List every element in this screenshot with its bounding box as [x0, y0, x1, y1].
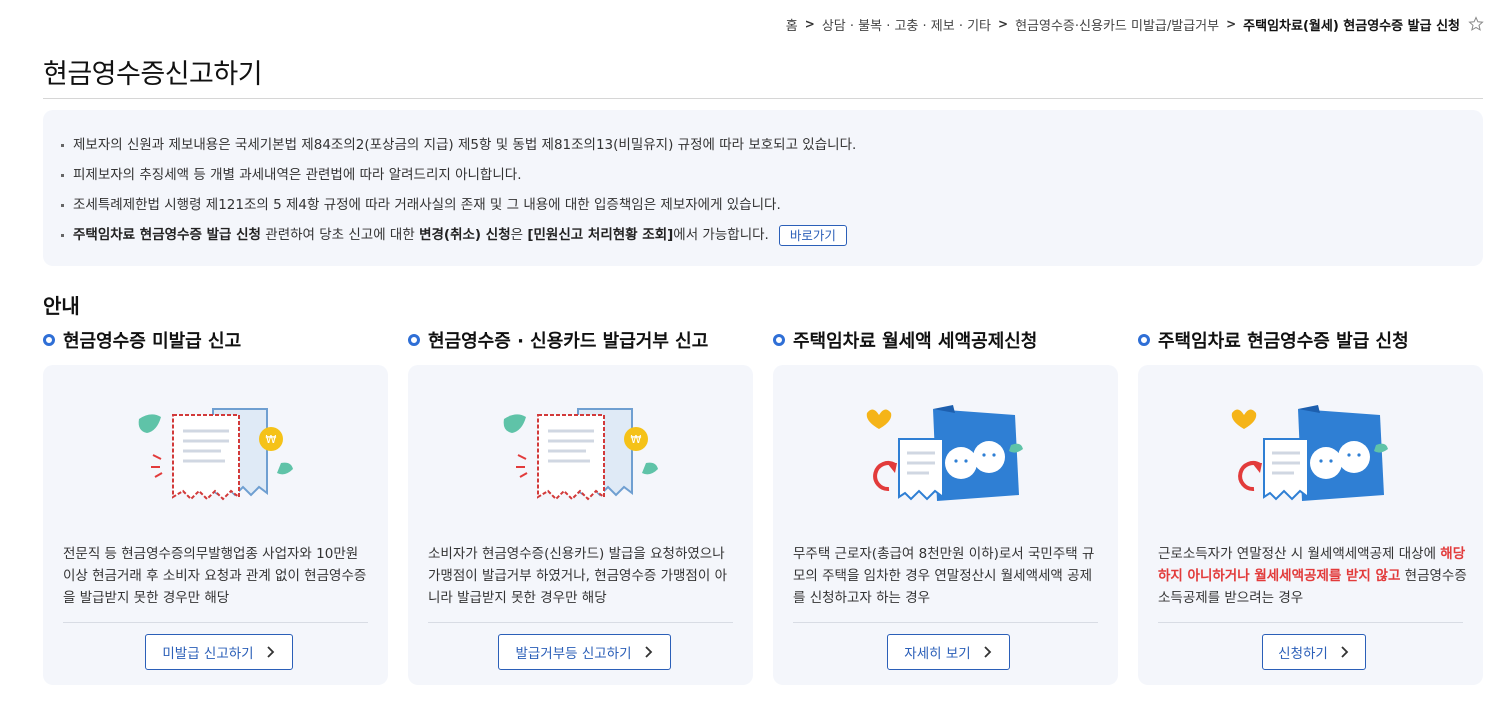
notice-text: 에서 가능합니다.: [673, 227, 769, 243]
breadcrumb-home[interactable]: 홈: [786, 15, 798, 34]
report-unissued-button[interactable]: 미발급 신고하기: [145, 634, 293, 670]
notice-text: 관련하여 당초 신고에 대한: [260, 227, 420, 243]
notice-item: 주택임차료 현금영수증 발급 신청 관련하여 당초 신고에 대한 변경(취소) …: [61, 220, 1455, 250]
svg-text:₩: ₩: [631, 433, 642, 446]
card-divider: [1158, 622, 1463, 623]
notice-bold: 주택임차료 현금영수증 발급 신청: [73, 227, 261, 243]
card-description: 무주택 근로자(총급여 8천만원 이하)로서 국민주택 규모의 주택을 임차한 …: [793, 546, 1095, 606]
breadcrumb-cash-receipt[interactable]: 현금영수증·신용카드 미발급/발급거부: [1015, 15, 1219, 34]
card-description: 전문직 등 현금영수증의무발행업종 사업자와 10만원 이상 현금거래 후 소비…: [63, 546, 367, 606]
notice-bold: [민원신고 처리현황 조회]: [527, 227, 674, 243]
card-divider: [793, 622, 1098, 623]
receipt-illustration-icon: ₩: [500, 405, 660, 505]
notice-item: 조세특례제한법 시행령 제121조의 5 제4항 규정에 따라 거래사실의 존재…: [61, 190, 1455, 220]
chevron-right-icon: [1340, 645, 1350, 659]
chevron-right-icon: [266, 645, 276, 659]
breadcrumb-consult[interactable]: 상담 · 불복 · 고충 · 제보 · 기타: [822, 15, 991, 34]
apply-button[interactable]: 신청하기: [1262, 634, 1366, 670]
guide-card: 무주택 근로자(총급여 8천만원 이하)로서 국민주택 규모의 주택을 임차한 …: [773, 365, 1118, 685]
bullet-ring-icon: [43, 334, 55, 346]
card-heading: 주택임차료 월세액 세액공제신청: [773, 326, 1118, 354]
breadcrumb: 홈 > 상담 · 불복 · 고충 · 제보 · 기타 > 현금영수증·신용카드 …: [786, 14, 1484, 34]
receipt-illustration-icon: ₩: [135, 405, 295, 505]
card-description: 근로소득자가 연말정산 시 월세액세액공제 대상에 해당하지 아니하거나 월세세…: [1158, 543, 1468, 609]
notice-item: 제보자의 신원과 제보내용은 국세기본법 제84조의2(포상금의 지급) 제5항…: [61, 130, 1455, 160]
notice-bold: 변경(취소) 신청: [419, 227, 511, 243]
guide-column-unissued: 현금영수증 미발급 신고 ₩ 전문직 등 현금영수증의무발행업종 사업자와 10…: [43, 326, 388, 685]
button-label: 신청하기: [1278, 646, 1328, 662]
card-divider: [428, 622, 733, 623]
svg-text:₩: ₩: [266, 433, 277, 446]
report-refusal-button[interactable]: 발급거부등 신고하기: [498, 634, 671, 670]
button-label: 자세히 보기: [904, 646, 971, 662]
card-heading-text: 주택임차료 월세액 세액공제신청: [793, 331, 1038, 352]
button-label: 발급거부등 신고하기: [515, 646, 632, 662]
notice-text: 은: [510, 227, 528, 243]
breadcrumb-current: 주택임차료(월세) 현금영수증 발급 신청: [1243, 18, 1460, 34]
chevron-right-icon: [983, 645, 993, 659]
guide-column-refusal: 현금영수증 · 신용카드 발급거부 신고 ₩ 소비자가 현금영수증(신용카드) …: [408, 326, 753, 685]
breadcrumb-separator: >: [804, 17, 815, 31]
card-heading: 주택임차료 현금영수증 발급 신청: [1138, 326, 1483, 354]
view-details-button[interactable]: 자세히 보기: [887, 634, 1010, 670]
section-title: 안내: [43, 294, 80, 318]
breadcrumb-separator: >: [1226, 17, 1237, 31]
chevron-right-icon: [644, 645, 654, 659]
bullet-ring-icon: [1138, 334, 1150, 346]
card-description: 소비자가 현금영수증(신용카드) 발급을 요청하였으나 가맹점이 발급거부 하였…: [428, 546, 727, 606]
card-heading-text: 현금영수증 미발급 신고: [63, 331, 242, 352]
notice-box: 제보자의 신원과 제보내용은 국세기본법 제84조의2(포상금의 지급) 제5항…: [43, 110, 1483, 266]
refund-illustration-icon: [1230, 405, 1390, 505]
guide-card: ₩ 전문직 등 현금영수증의무발행업종 사업자와 10만원 이상 현금거래 후 …: [43, 365, 388, 685]
breadcrumb-separator: >: [998, 17, 1009, 31]
star-outline-icon[interactable]: [1468, 16, 1484, 32]
refund-illustration-icon: [865, 405, 1025, 505]
page-title: 현금영수증신고하기: [43, 59, 263, 90]
guide-column-rent-receipt-application: 주택임차료 현금영수증 발급 신청 근로소득자가 연말정산 시 월세액세액공제 …: [1138, 326, 1483, 685]
button-label: 미발급 신고하기: [162, 646, 254, 662]
guide-card: ₩ 소비자가 현금영수증(신용카드) 발급을 요청하였으나 가맹점이 발급거부 …: [408, 365, 753, 685]
bullet-ring-icon: [773, 334, 785, 346]
notice-item: 피제보자의 추징세액 등 개별 과세내역은 관련법에 따라 알려드리지 아니합니…: [61, 160, 1455, 190]
bullet-ring-icon: [408, 334, 420, 346]
guide-column-monthly-rent-deduction: 주택임차료 월세액 세액공제신청 무주택 근로자(총급여 8천만원 이하)로서 …: [773, 326, 1118, 685]
card-heading: 현금영수증 · 신용카드 발급거부 신고: [408, 326, 753, 354]
card-heading-text: 현금영수증 · 신용카드 발급거부 신고: [428, 331, 709, 352]
card-heading: 현금영수증 미발급 신고: [43, 326, 388, 354]
shortcut-button[interactable]: 바로가기: [778, 224, 847, 246]
guide-card: 근로소득자가 연말정산 시 월세액세액공제 대상에 해당하지 아니하거나 월세세…: [1138, 365, 1483, 685]
card-divider: [63, 622, 368, 623]
card-heading-text: 주택임차료 현금영수증 발급 신청: [1158, 331, 1409, 352]
card-description-text: 근로소득자가 연말정산 시 월세액세액공제 대상에: [1158, 546, 1441, 562]
title-divider: [43, 98, 1483, 99]
